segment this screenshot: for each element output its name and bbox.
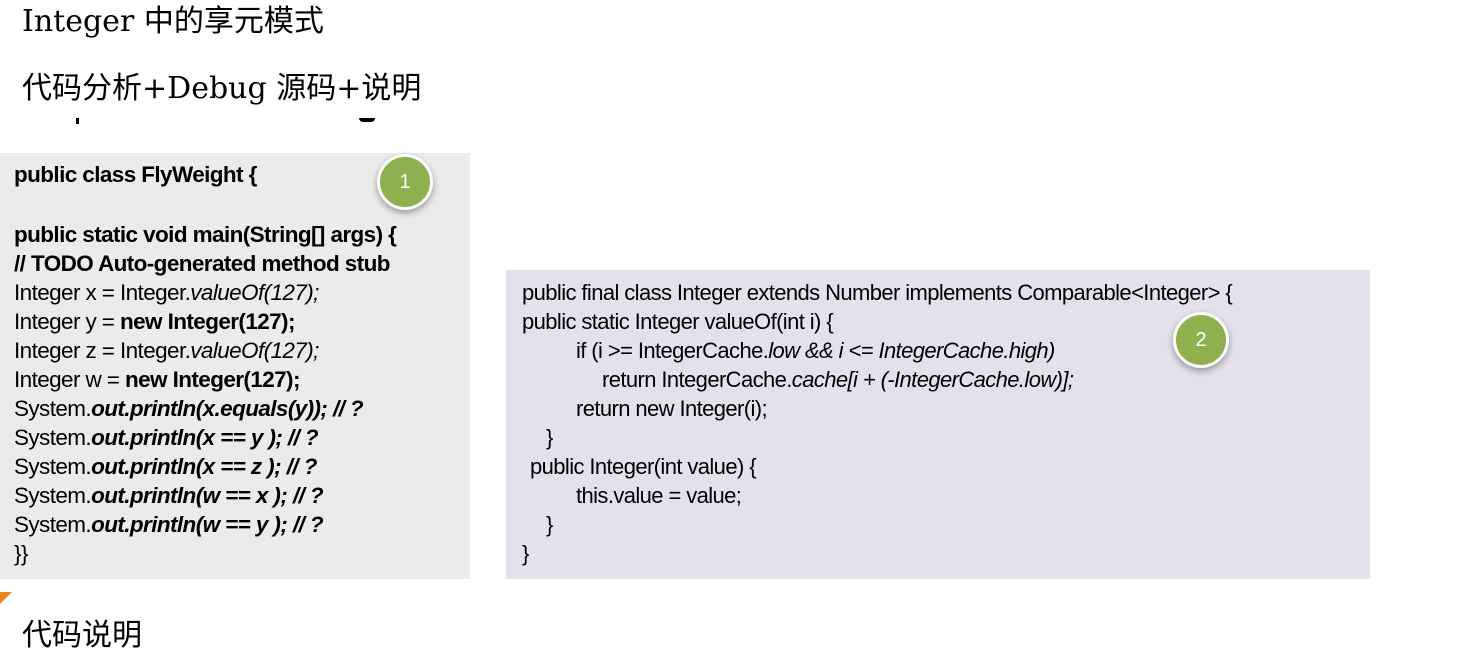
- code-line: System.out.println(x == y ); // ?: [14, 425, 319, 450]
- code-text: new Integer(127);: [120, 309, 295, 334]
- code-line: public static Integer valueOf(int i) {: [522, 309, 834, 334]
- code-line: }}: [14, 541, 28, 566]
- code-text: valueOf(127);: [190, 338, 319, 363]
- code-text: System.: [14, 396, 92, 421]
- code-line: return new Integer(i);: [576, 396, 768, 421]
- code-line: }: [546, 425, 553, 450]
- code-text: System.: [14, 454, 92, 479]
- flyweight-code-block: public class FlyWeight { public static v…: [0, 153, 470, 579]
- code-line: Integer y = new Integer(127);: [14, 309, 295, 334]
- step-marker-2: 2: [1173, 312, 1229, 368]
- section-heading: 代码说明: [22, 618, 142, 653]
- code-text: System.: [14, 512, 92, 537]
- code-text: Integer w =: [14, 367, 125, 392]
- code-text: Integer y =: [14, 309, 120, 334]
- code-text: return IntegerCache.: [602, 367, 792, 392]
- code-line: public class FlyWeight {: [14, 162, 257, 187]
- code-line: public static void main(String[] args) {: [14, 222, 397, 247]
- code-line: }: [546, 512, 553, 537]
- code-line: Integer x = Integer.valueOf(127);: [14, 280, 319, 305]
- code-line: public final class Integer extends Numbe…: [522, 280, 1233, 305]
- code-line: Integer z = Integer.valueOf(127);: [14, 338, 319, 363]
- code-text: out.println(w == y ); // ?: [91, 512, 323, 537]
- code-text: new Integer(127);: [125, 367, 300, 392]
- integer-source-block: public final class Integer extends Numbe…: [506, 270, 1370, 579]
- code-text: low && i <= IntegerCache.high): [768, 338, 1055, 363]
- code-text: cache[i + (-IntegerCache.low)];: [791, 367, 1074, 392]
- code-text: Integer z = Integer.: [14, 338, 191, 363]
- code-text: System.: [14, 483, 92, 508]
- code-text: Integer x = Integer.: [14, 280, 191, 305]
- speck-mark: [359, 118, 375, 122]
- code-text: out.println(x.equals(y)); // ?: [91, 396, 364, 421]
- code-text: out.println(x == z ); // ?: [91, 454, 317, 479]
- code-text: System.: [14, 425, 92, 450]
- code-line: public Integer(int value) {: [530, 454, 757, 479]
- code-text: if (i >= IntegerCache.: [576, 338, 769, 363]
- step-marker-1: 1: [377, 154, 433, 210]
- code-line: Integer w = new Integer(127);: [14, 367, 300, 392]
- code-text: valueOf(127);: [190, 280, 319, 305]
- code-line: }: [522, 541, 529, 566]
- code-line: System.out.println(x.equals(y)); // ?: [14, 396, 364, 421]
- code-text: out.println(x == y ); // ?: [91, 425, 319, 450]
- code-line: System.out.println(x == z ); // ?: [14, 454, 317, 479]
- speck-mark: [76, 118, 79, 124]
- code-line: this.value = value;: [576, 483, 742, 508]
- page-subtitle: 代码分析+Debug 源码+说明: [22, 71, 422, 106]
- corner-accent: [0, 592, 12, 604]
- code-line: System.out.println(w == y ); // ?: [14, 512, 324, 537]
- code-line: return IntegerCache.cache[i + (-IntegerC…: [602, 367, 1074, 392]
- code-line: System.out.println(w == x ); // ?: [14, 483, 324, 508]
- code-text: out.println(w == x ); // ?: [91, 483, 323, 508]
- code-line: if (i >= IntegerCache.low && i <= Intege…: [576, 340, 1055, 362]
- page-title: Integer 中的享元模式: [22, 4, 324, 39]
- code-line: // TODO Auto-generated method stub: [14, 251, 390, 276]
